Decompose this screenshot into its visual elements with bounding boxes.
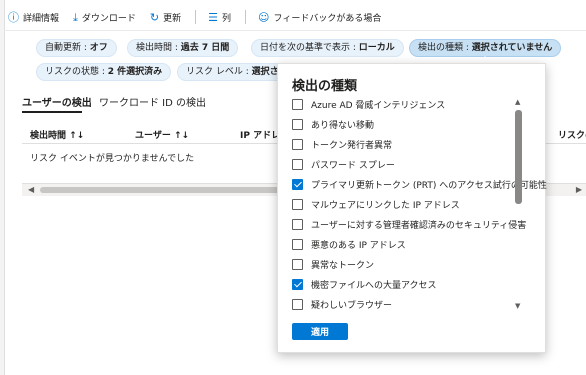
toolbar-separator [245, 10, 247, 24]
columns-label: 列 [222, 13, 232, 24]
dropdown-scrollbar[interactable]: ▲ ▼ [514, 98, 524, 310]
column-header-risk[interactable]: リスクの [558, 128, 586, 141]
scrollbar-thumb[interactable] [515, 110, 522, 204]
scroll-right-icon[interactable]: ▶ [576, 185, 582, 194]
feedback-icon: ☺ [258, 10, 270, 24]
filter-detection-type[interactable]: 検出の種類 : 選択されていません [409, 39, 562, 57]
option-label: 疑わしいブラウザー [311, 300, 393, 311]
download-label: ダウンロード [81, 13, 136, 24]
filter-value: ローカル [358, 43, 395, 53]
empty-message: リスク イベントが見つかりませんでした [30, 154, 195, 164]
filter-date-display[interactable]: 日付を次の基準で表示 : ローカル [251, 39, 404, 57]
column-header-detection-time[interactable]: 検出時間 ↑↓ [30, 128, 84, 141]
checkbox[interactable] [292, 218, 303, 230]
download-icon: ⤓ [73, 10, 78, 24]
toolbar: ⓘ 詳細情報 ⤓ ダウンロード ↻ 更新 ☰ 列 ☺ フィードバックがある場合 [8, 8, 395, 26]
option-token-issuer-anomaly[interactable]: トークン発行者異常 [292, 137, 392, 151]
filter-risk-state[interactable]: リスクの状態 : 2 件選択済み [36, 63, 172, 81]
toolbar-divider [4, 30, 586, 31]
detection-type-dropdown: 検出の種類 Azure AD 脅威インテリジェンス あり得ない移動 トークン発行… [277, 63, 547, 353]
option-prt-access-attempt[interactable]: プライマリ更新トークン (PRT) へのアクセス試行の可能性 [292, 177, 547, 191]
refresh-button[interactable]: ↻ 更新 [150, 11, 181, 24]
left-border [0, 0, 5, 375]
tab-workload-detections[interactable]: ワークロード ID の検出 [99, 94, 206, 109]
dropdown-title: 検出の種類 [292, 79, 358, 94]
active-tab-indicator [22, 111, 82, 113]
feedback-label: フィードバックがある場合 [273, 13, 382, 24]
columns-icon: ☰ [208, 10, 219, 24]
checkbox-checked[interactable] [292, 178, 303, 190]
download-button[interactable]: ⤓ ダウンロード [73, 11, 136, 24]
checkbox[interactable] [292, 198, 303, 210]
filter-value: オフ [89, 43, 108, 53]
scroll-left-icon[interactable]: ◀ [28, 185, 34, 194]
checkbox[interactable] [292, 158, 303, 170]
refresh-label: 更新 [163, 13, 182, 24]
scrollbar-thumb[interactable] [40, 187, 296, 193]
toolbar-separator [195, 10, 197, 24]
filter-value: 過去 7 日間 [180, 43, 230, 53]
option-label: パスワード スプレー [311, 160, 395, 171]
option-impossible-travel[interactable]: あり得ない移動 [292, 117, 374, 131]
filter-detection-time[interactable]: 検出時間 : 過去 7 日間 [127, 39, 239, 57]
filter-key: 日付を次の基準で表示 : [260, 43, 359, 53]
option-malicious-ip[interactable]: 悪意のある IP アドレス [292, 237, 406, 251]
option-label: トークン発行者異常 [311, 140, 393, 151]
details-button[interactable]: ⓘ 詳細情報 [8, 11, 59, 24]
option-label: あり得ない移動 [311, 120, 375, 131]
filter-key: リスクの状態 : [45, 67, 108, 77]
refresh-icon: ↻ [149, 10, 160, 24]
column-header-user[interactable]: ユーザー ↑↓ [135, 128, 189, 141]
info-icon: ⓘ [8, 10, 19, 24]
option-suspicious-browser[interactable]: 疑わしいブラウザー [292, 297, 392, 311]
option-anomalous-token[interactable]: 異常なトークン [292, 257, 374, 271]
checkbox[interactable] [292, 118, 303, 130]
filter-key: リスク レベル : [186, 67, 252, 77]
filter-key: 検出時間 : [136, 43, 181, 53]
apply-button[interactable]: 適用 [292, 323, 348, 340]
filter-key: 検出の種類 : [418, 43, 472, 53]
checkbox-checked[interactable] [292, 278, 303, 290]
checkbox[interactable] [292, 298, 303, 310]
option-label: マルウェアにリンクした IP アドレス [311, 200, 460, 211]
scroll-up-icon[interactable]: ▲ [515, 98, 520, 106]
option-admin-confirmed-compromise[interactable]: ユーザーに対する管理者確認済みのセキュリティ侵害 [292, 217, 526, 231]
option-malware-linked-ip[interactable]: マルウェアにリンクした IP アドレス [292, 197, 460, 211]
details-label: 詳細情報 [23, 13, 60, 24]
columns-button[interactable]: ☰ 列 [208, 11, 231, 24]
option-label: 異常なトークン [311, 260, 375, 271]
checkbox[interactable] [292, 238, 303, 250]
tab-user-detections[interactable]: ユーザーの検出 [22, 94, 92, 109]
option-password-spray[interactable]: パスワード スプレー [292, 157, 395, 171]
option-label: Azure AD 脅威インテリジェンス [311, 100, 446, 111]
filter-value: 選択されていません [471, 43, 553, 53]
checkbox[interactable] [292, 258, 303, 270]
option-mass-sensitive-file-access[interactable]: 機密ファイルへの大量アクセス [292, 277, 437, 291]
filter-key: 自動更新 : [45, 43, 90, 53]
scroll-down-icon[interactable]: ▼ [515, 302, 520, 310]
feedback-button[interactable]: ☺ フィードバックがある場合 [258, 11, 381, 24]
option-label: 機密ファイルへの大量アクセス [311, 280, 437, 291]
option-label: 悪意のある IP アドレス [311, 240, 406, 251]
checkbox[interactable] [292, 138, 303, 150]
option-azure-ad-threat-intel[interactable]: Azure AD 脅威インテリジェンス [292, 97, 445, 111]
filter-value: 2 件選択済み [107, 67, 163, 77]
checkbox[interactable] [292, 98, 303, 110]
filter-auto-refresh[interactable]: 自動更新 : オフ [36, 39, 117, 57]
option-label: ユーザーに対する管理者確認済みのセキュリティ侵害 [311, 220, 527, 231]
option-label: プライマリ更新トークン (PRT) へのアクセス試行の可能性 [311, 180, 547, 191]
